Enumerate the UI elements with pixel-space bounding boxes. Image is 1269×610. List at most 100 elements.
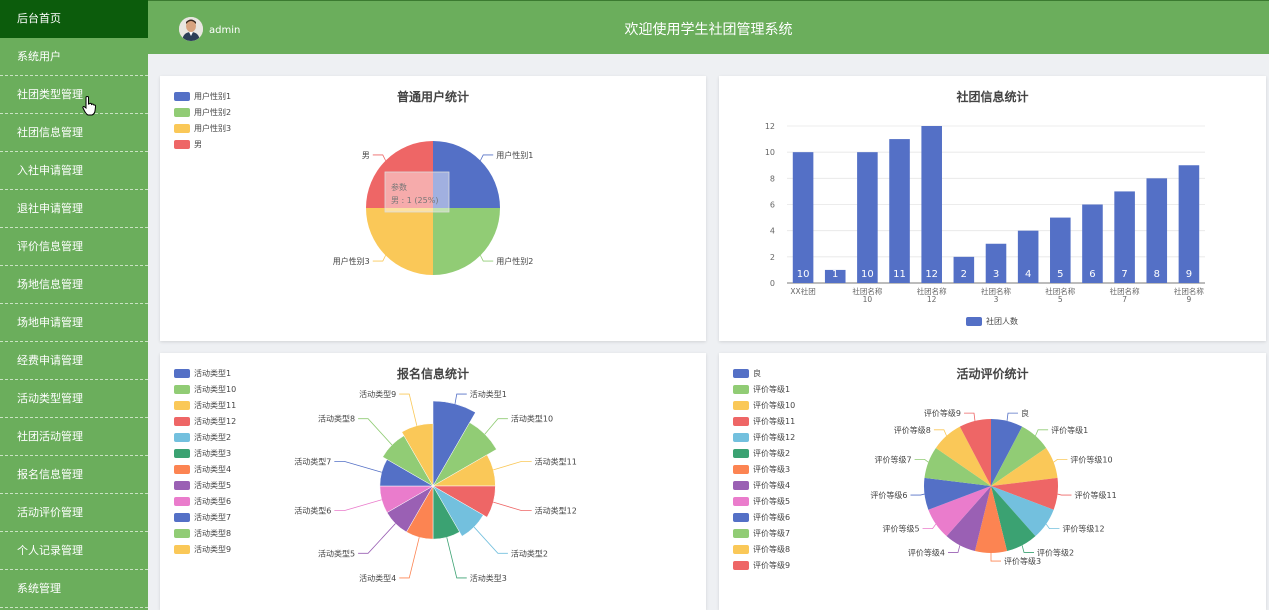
y-tick-label: 2 (770, 253, 775, 262)
x-tick-label: XX社团 (790, 286, 815, 296)
bar-value-label: 7 (1121, 269, 1127, 280)
sidebar-item[interactable]: 入社申请管理 (0, 152, 148, 190)
label-line (372, 255, 386, 262)
label-line (334, 499, 382, 512)
signup-stats-card: 报名信息统计 活动类型1 活动类型10 活动类型11 活动类型12 活动类型2 活动类型3… (160, 353, 706, 610)
club-stats-card: 社团信息统计 0 2 4 6 8 10 12 10 1 10 11 12 2 3 4 5 6 7 8 9 XX社团 社团名… (719, 76, 1266, 341)
sidebar-item[interactable]: 经费申请管理 (0, 342, 148, 380)
pie-chart: 用户性别1 用户性别2 用户性别3 男参数男 : 1 (25%) (333, 141, 533, 275)
sidebar-item[interactable]: 活动类型管理 (0, 380, 148, 418)
eval-stats-card: 活动评价统计 良评价等级1 评价等级10 评价等级11 评价等级12 评价等级2 评价等级… (719, 353, 1266, 610)
bar-value-label: 3 (993, 269, 999, 280)
bar[interactable] (889, 139, 910, 283)
sidebar-item[interactable]: 报名信息管理 (0, 456, 148, 494)
label-line (446, 537, 467, 579)
slice-label: 用户性别2 (496, 256, 533, 266)
bar[interactable] (921, 126, 942, 283)
sidebar-item[interactable]: 个人记录管理 (0, 532, 148, 570)
sidebar-item[interactable]: 场地申请管理 (0, 304, 148, 342)
hand-cursor-icon (82, 96, 96, 116)
sidebar-item[interactable]: 社团类型管理 (0, 76, 148, 114)
slice-label: 评价等级5 (882, 524, 919, 534)
rose-chart: 活动类型1 活动类型10 活动类型11 活动类型12 活动类型2 活动类型3 活动类型4 活动… (294, 389, 577, 583)
bar[interactable] (857, 152, 878, 283)
slice-label: 评价等级10 (1070, 454, 1112, 464)
bar-value-label: 11 (893, 269, 906, 280)
label-line (1035, 429, 1049, 437)
sidebar-item[interactable]: 后台首页 (0, 0, 148, 38)
slice-label: 评价等级7 (875, 454, 912, 464)
slice-label: 活动类型6 (294, 506, 331, 516)
label-line (947, 545, 961, 553)
y-tick-label: 6 (770, 201, 775, 210)
label-line (399, 393, 418, 426)
label-line (358, 523, 396, 554)
slice-label: 活动类型9 (359, 389, 396, 399)
sidebar-item[interactable]: 退社申请管理 (0, 190, 148, 228)
tooltip-text: 男 : 1 (25%) (391, 196, 438, 205)
y-tick-label: 10 (765, 148, 775, 157)
sidebar-item[interactable]: 系统管理 (0, 570, 148, 608)
label-line (1021, 545, 1035, 553)
label-line (493, 460, 532, 471)
label-line (933, 429, 947, 437)
sidebar-item[interactable]: 场地信息管理 (0, 266, 148, 304)
y-tick-label: 4 (770, 227, 775, 236)
sidebar-item[interactable]: 评价信息管理 (0, 228, 148, 266)
slice-label: 活动类型7 (294, 456, 331, 466)
sidebar-item[interactable]: 系统用户 (0, 38, 148, 76)
label-line (910, 493, 925, 496)
tooltip-title: 参数 (391, 182, 407, 192)
slice-label: 评价等级3 (1004, 556, 1041, 566)
bar-value-label: 5 (1057, 269, 1063, 280)
y-tick-label: 12 (765, 122, 775, 131)
sidebar-item[interactable]: 社团活动管理 (0, 418, 148, 456)
label-line (372, 154, 386, 161)
label-line (484, 418, 508, 435)
slice-label: 评价等级9 (924, 408, 961, 418)
label-line (480, 255, 494, 262)
bar-value-label: 12 (925, 269, 938, 280)
slice-label: 活动类型10 (511, 414, 553, 424)
bar[interactable] (1146, 178, 1168, 283)
slice-label: 活动类型2 (511, 548, 548, 558)
label-line (399, 537, 420, 579)
label-line (914, 458, 929, 463)
bar[interactable] (1178, 165, 1200, 283)
bar-value-label: 6 (1089, 269, 1095, 280)
label-line (334, 460, 382, 473)
bar-value-label: 10 (861, 269, 874, 280)
slice-label: 用户性别3 (333, 256, 370, 266)
legend-label: 社团人数 (986, 316, 1018, 326)
label-line (1057, 493, 1072, 496)
legend-swatch[interactable] (966, 317, 982, 326)
page-title: 欢迎使用学生社团管理系统 (624, 22, 793, 38)
slice-label: 评价等级8 (894, 425, 931, 435)
label-line (473, 526, 508, 554)
slice-label: 用户性别1 (496, 150, 533, 160)
sidebar-item[interactable]: 社团信息管理 (0, 114, 148, 152)
pie-slice[interactable] (366, 208, 433, 275)
slice-label: 评价等级12 (1062, 524, 1104, 534)
x-tick-label: 7 (1122, 295, 1127, 304)
slice-label: 男 (362, 151, 370, 160)
bar-value-label: 1 (832, 269, 838, 280)
y-tick-label: 8 (770, 174, 775, 183)
label-line (922, 523, 937, 530)
bar-value-label: 2 (961, 269, 967, 280)
sidebar: 后台首页 系统用户 社团类型管理 社团信息管理 入社申请管理 退社申请管理 评价信息管理 场地… (0, 0, 148, 610)
pie-slice[interactable] (433, 208, 500, 275)
bar-value-label: 4 (1025, 269, 1031, 280)
label-line (990, 553, 1001, 562)
label-line (1045, 523, 1060, 530)
user-stats-card: 普通用户统计 用户性别1 用户性别2 用户性别3 男 用户性别1 用户性别2 用户性别3 男… (160, 76, 706, 341)
label-line (964, 412, 976, 421)
slice-label: 活动类型3 (470, 573, 507, 583)
label-line (1053, 458, 1068, 463)
slice-label: 活动类型12 (535, 506, 577, 516)
bar[interactable] (792, 152, 814, 283)
label-line (454, 393, 467, 404)
sidebar-item[interactable]: 活动评价管理 (0, 494, 148, 532)
x-tick-label: 12 (927, 295, 937, 304)
x-tick-label: 9 (1187, 295, 1192, 304)
